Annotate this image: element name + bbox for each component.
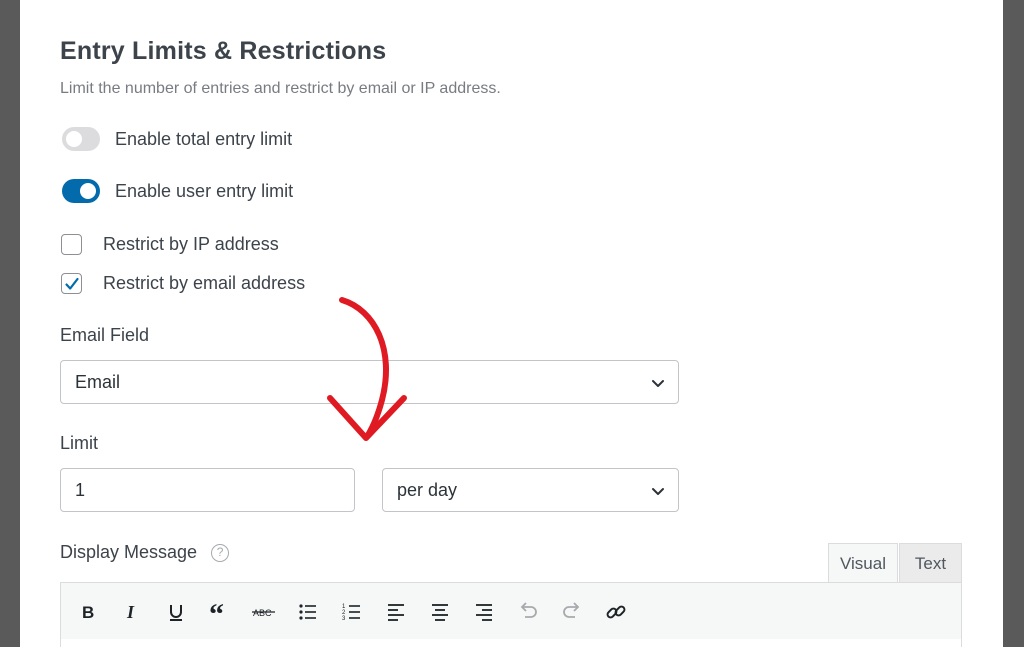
limit-period-select[interactable]: per day [382, 468, 679, 512]
display-message-label: Display Message [60, 542, 198, 562]
restrict-email-checkbox[interactable] [61, 272, 82, 294]
toggle-knob [66, 131, 82, 147]
help-icon[interactable]: ? [211, 544, 230, 562]
link-icon[interactable] [601, 597, 631, 627]
user-entry-limit-label: Enable user entry limit [115, 180, 294, 201]
bold-icon[interactable]: B [73, 597, 103, 627]
limit-period-selected-value: per day [397, 479, 458, 500]
restrict-ip-label: Restrict by IP address [103, 233, 279, 254]
right-frame-border [1003, 0, 1024, 647]
email-field-selected-value: Email [75, 371, 121, 392]
editor-content-area[interactable] [60, 639, 962, 647]
restrict-ip-checkbox[interactable] [61, 233, 82, 255]
numbered-list-icon[interactable]: 1 2 3 [337, 597, 367, 627]
left-frame-border [0, 0, 20, 647]
strikethrough-icon[interactable]: ABC [249, 597, 279, 627]
editor-toolbar: B I “ ABC 1 2 3 [60, 582, 962, 640]
svg-text:B: B [82, 603, 94, 622]
section-description: Limit the number of entries and restrict… [60, 80, 501, 97]
bulleted-list-icon[interactable] [293, 597, 323, 627]
limit-input[interactable]: 1 [60, 468, 355, 512]
limit-input-value: 1 [75, 479, 86, 500]
undo-icon[interactable] [513, 597, 543, 627]
toggle-knob [80, 183, 96, 199]
annotation-arrow-icon [327, 297, 407, 441]
tab-text[interactable]: Text [899, 543, 962, 583]
underline-icon[interactable] [161, 597, 191, 627]
restrict-email-label: Restrict by email address [103, 272, 306, 293]
align-center-icon[interactable] [425, 597, 455, 627]
display-message-label-row: Display Message? [60, 542, 230, 563]
svg-text:“: “ [209, 602, 224, 622]
italic-icon[interactable]: I [117, 597, 147, 627]
tab-visual[interactable]: Visual [828, 543, 898, 583]
section-title: Entry Limits & Restrictions [60, 37, 387, 65]
chevron-down-icon [652, 488, 664, 495]
user-entry-limit-toggle[interactable] [62, 179, 100, 203]
chevron-down-icon [652, 380, 664, 387]
svg-text:I: I [126, 602, 135, 622]
toggle-row-total-entry-limit: Enable total entry limit [62, 126, 292, 152]
total-entry-limit-label: Enable total entry limit [115, 128, 293, 149]
total-entry-limit-toggle[interactable] [62, 127, 100, 151]
blockquote-icon[interactable]: “ [205, 597, 235, 627]
email-field-label: Email Field [60, 325, 150, 345]
svg-text:ABC: ABC [253, 608, 272, 618]
align-right-icon[interactable] [469, 597, 499, 627]
toggle-row-user-entry-limit: Enable user entry limit [62, 178, 293, 204]
settings-panel: Entry Limits & Restrictions Limit the nu… [20, 0, 1003, 647]
limit-label: Limit [60, 433, 99, 453]
align-left-icon[interactable] [381, 597, 411, 627]
checkbox-row-email: Restrict by email address [61, 271, 305, 295]
checkbox-row-ip: Restrict by IP address [61, 232, 279, 256]
redo-icon[interactable] [557, 597, 587, 627]
checkmark-icon [65, 277, 79, 290]
svg-text:3: 3 [342, 616, 346, 622]
